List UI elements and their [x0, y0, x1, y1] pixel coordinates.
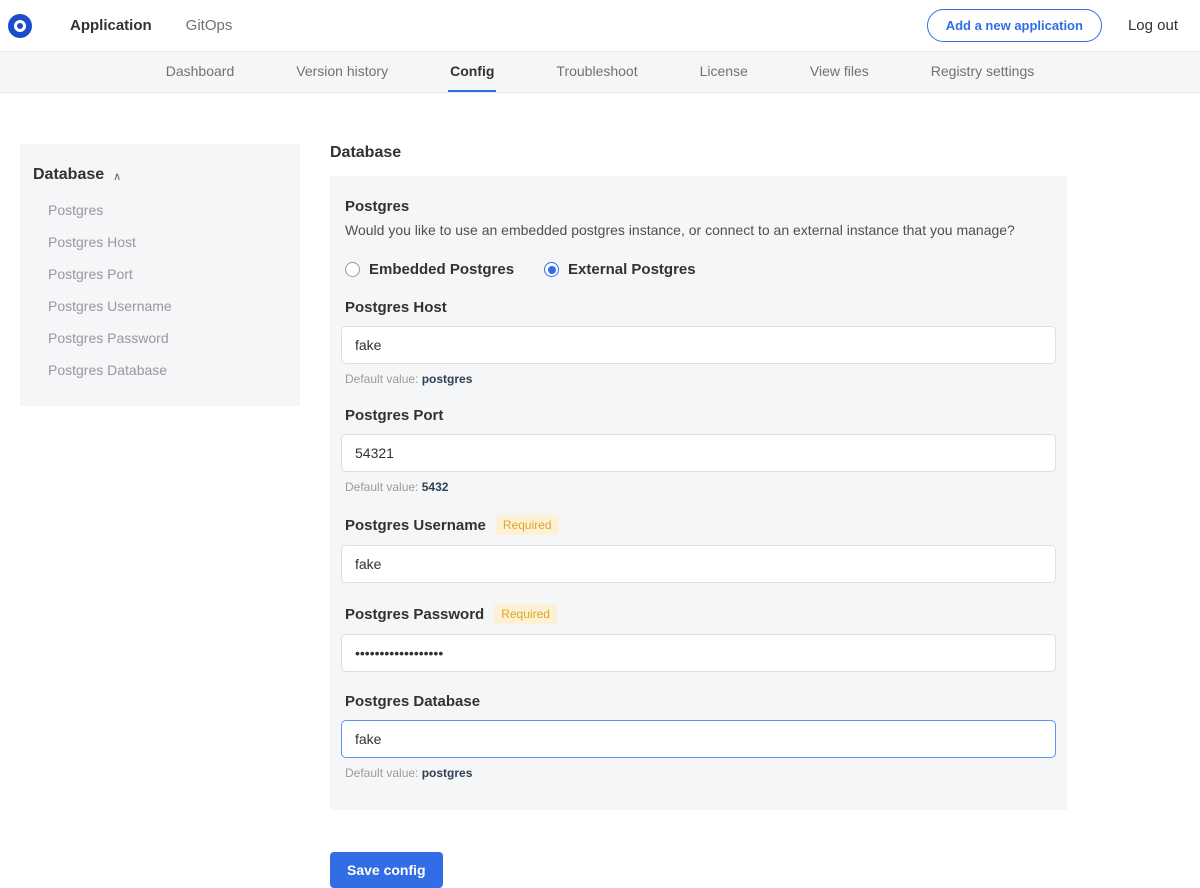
field-label-row: Postgres Database [345, 693, 1056, 710]
header-tab-gitops[interactable]: GitOps [186, 1, 233, 50]
section-title: Database [330, 144, 1067, 162]
field-label-row: Postgres Password Required [345, 604, 1056, 624]
sidebar-item-postgres-username[interactable]: Postgres Username [32, 290, 288, 322]
default-value-helper: Default value: 5432 [345, 480, 1056, 494]
sidebar-item-postgres-database[interactable]: Postgres Database [32, 354, 288, 386]
group-title: Postgres [345, 198, 1056, 215]
chevron-up-icon: ∧ [113, 170, 121, 183]
subnav-item-license[interactable]: License [698, 52, 750, 92]
default-value: postgres [422, 766, 473, 780]
app-logo-icon [8, 14, 32, 38]
field-postgres-port: Postgres Port Default value: 5432 [341, 407, 1056, 494]
default-value-helper: Default value: postgres [345, 372, 1056, 386]
default-value-prefix: Default value: [345, 372, 422, 386]
content-area: Database ∧ PostgresPostgres HostPostgres… [0, 93, 1200, 888]
radio-selected-icon [544, 262, 559, 277]
required-badge: Required [494, 604, 557, 624]
default-value: postgres [422, 372, 473, 386]
radio-option-embedded-postgres[interactable]: Embedded Postgres [345, 261, 514, 278]
group-description: Would you like to use an embedded postgr… [345, 222, 1056, 238]
sidebar-group-label: Database [33, 166, 104, 184]
field-label: Postgres Password [345, 606, 484, 623]
header-tabs: Application GitOps [70, 1, 927, 50]
field-label: Postgres Host [345, 299, 447, 316]
default-value-helper: Default value: postgres [345, 766, 1056, 780]
field-label-row: Postgres Username Required [345, 515, 1056, 535]
radio-group: Embedded Postgres External Postgres [345, 261, 1056, 278]
subnav-item-registry-settings[interactable]: Registry settings [929, 52, 1036, 92]
config-main: Database Postgres Would you like to use … [330, 144, 1067, 888]
default-value-prefix: Default value: [345, 480, 422, 494]
postgres-port-input[interactable] [341, 434, 1056, 472]
fields-container: Postgres HostDefault value: postgresPost… [341, 299, 1056, 780]
subnav-item-troubleshoot[interactable]: Troubleshoot [554, 52, 639, 92]
subnav-item-view-files[interactable]: View files [808, 52, 871, 92]
field-postgres-database: Postgres Database Default value: postgres [341, 693, 1056, 780]
field-label: Postgres Port [345, 407, 443, 424]
subnav-item-dashboard[interactable]: Dashboard [164, 52, 237, 92]
sidebar-item-postgres-host[interactable]: Postgres Host [32, 226, 288, 258]
sidebar-item-postgres[interactable]: Postgres [32, 194, 288, 226]
header-tab-application[interactable]: Application [70, 1, 152, 50]
config-group-box: Postgres Would you like to use an embedd… [330, 176, 1067, 810]
logout-link[interactable]: Log out [1128, 17, 1178, 34]
subnav: Dashboard Version history Config Troublesho… [0, 52, 1200, 93]
field-postgres-password: Postgres Password Required [341, 604, 1056, 672]
subnav-item-version-history[interactable]: Version history [294, 52, 390, 92]
postgres-host-input[interactable] [341, 326, 1056, 364]
field-postgres-host: Postgres Host Default value: postgres [341, 299, 1056, 386]
field-label-row: Postgres Port [345, 407, 1056, 424]
postgres-password-input[interactable] [341, 634, 1056, 672]
default-value-prefix: Default value: [345, 766, 422, 780]
header-right: Add a new application Log out [927, 9, 1178, 42]
radio-label: External Postgres [568, 261, 696, 278]
radio-unselected-icon [345, 262, 360, 277]
field-label: Postgres Database [345, 693, 480, 710]
default-value: 5432 [422, 480, 449, 494]
field-label-row: Postgres Host [345, 299, 1056, 316]
sidebar-item-postgres-port[interactable]: Postgres Port [32, 258, 288, 290]
sidebar-group-database[interactable]: Database ∧ [32, 166, 288, 184]
postgres-database-input[interactable] [341, 720, 1056, 758]
add-application-button[interactable]: Add a new application [927, 9, 1102, 42]
postgres-username-input[interactable] [341, 545, 1056, 583]
field-postgres-username: Postgres Username Required [341, 515, 1056, 583]
required-badge: Required [496, 515, 559, 535]
sidebar-items: PostgresPostgres HostPostgres PortPostgr… [32, 194, 288, 386]
config-sidebar: Database ∧ PostgresPostgres HostPostgres… [20, 144, 300, 406]
save-config-button[interactable]: Save config [330, 852, 443, 888]
sidebar-item-postgres-password[interactable]: Postgres Password [32, 322, 288, 354]
subnav-item-config[interactable]: Config [448, 52, 496, 92]
field-label: Postgres Username [345, 517, 486, 534]
app-header: Application GitOps Add a new application … [0, 0, 1200, 52]
radio-label: Embedded Postgres [369, 261, 514, 278]
radio-option-external-postgres[interactable]: External Postgres [544, 261, 696, 278]
